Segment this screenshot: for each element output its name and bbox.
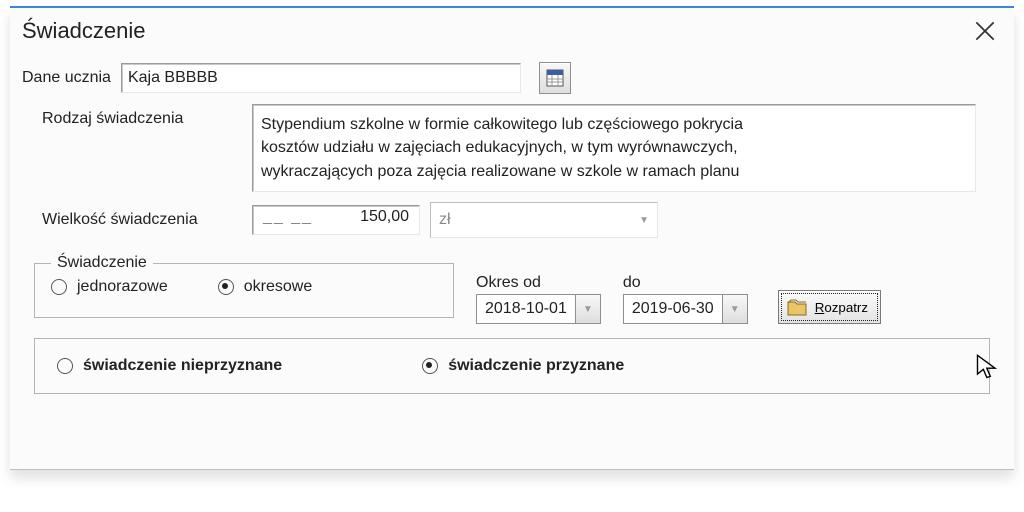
benefit-mode-periodic-label: okresowe bbox=[244, 278, 312, 296]
benefit-mode-onetime-label: jednorazowe bbox=[77, 278, 168, 296]
decision-granted[interactable]: świadczenie przyznane bbox=[422, 357, 624, 375]
period-to-field[interactable]: 2019-06-30 bbox=[623, 294, 722, 324]
period-to-value: 2019-06-30 bbox=[632, 300, 714, 318]
period-from-field[interactable]: 2018-10-01 bbox=[476, 294, 575, 324]
amount-label: Wielkość świadczenia bbox=[22, 211, 242, 229]
period-to-label: do bbox=[623, 274, 748, 292]
amount-field[interactable]: __ __ 150,00 bbox=[252, 205, 420, 235]
amount-value: 150,00 bbox=[360, 208, 409, 225]
period-from-value: 2018-10-01 bbox=[485, 300, 567, 318]
chevron-down-icon: ▼ bbox=[730, 304, 740, 315]
benefit-type-field[interactable]: Stypendium szkolne w formie całkowitego … bbox=[252, 104, 976, 192]
process-button[interactable]: Rozpatrz bbox=[778, 290, 881, 324]
benefit-mode-onetime[interactable]: jednorazowe bbox=[51, 278, 168, 296]
benefit-type-line3: wykraczających poza zajęcia realizowane … bbox=[261, 160, 967, 183]
unit-field[interactable]: zł ▼ bbox=[430, 202, 658, 238]
amount-mask: __ __ bbox=[263, 208, 313, 226]
student-lookup-button[interactable] bbox=[539, 62, 571, 94]
cursor-icon bbox=[974, 353, 1002, 381]
benefit-mode-legend: Świadczenie bbox=[51, 254, 153, 272]
radio-icon bbox=[218, 279, 234, 295]
radio-icon bbox=[51, 279, 67, 295]
close-icon[interactable] bbox=[972, 18, 998, 44]
chevron-down-icon: ▼ bbox=[639, 215, 649, 226]
decision-group: świadczenie nieprzyznane świadczenie prz… bbox=[34, 338, 990, 394]
radio-icon bbox=[57, 358, 73, 374]
period-from-label: Okres od bbox=[476, 274, 601, 292]
benefit-type-label: Rodzaj świadczenia bbox=[22, 104, 242, 128]
unit-value: zł bbox=[439, 211, 451, 229]
period-from-dropdown[interactable]: ▼ bbox=[575, 294, 601, 324]
benefit-type-line1: Stypendium szkolne w formie całkowitego … bbox=[261, 113, 967, 136]
decision-granted-label: świadczenie przyznane bbox=[448, 357, 624, 375]
student-name-value: Kaja BBBBB bbox=[128, 69, 218, 87]
title-bar: Świadczenie bbox=[10, 8, 1014, 54]
benefit-mode-periodic[interactable]: okresowe bbox=[218, 278, 312, 296]
benefit-dialog: Świadczenie Dane ucznia Kaja BBBBB bbox=[10, 6, 1014, 470]
process-button-label: Rozpatrz bbox=[815, 300, 868, 315]
folder-eye-icon bbox=[787, 298, 807, 316]
student-label: Dane ucznia bbox=[22, 69, 111, 87]
benefit-type-line2: kosztów udziału w zajęciach edukacyjnych… bbox=[261, 136, 967, 159]
window-title: Świadczenie bbox=[22, 18, 972, 44]
period-to-dropdown[interactable]: ▼ bbox=[722, 294, 748, 324]
radio-icon bbox=[422, 358, 438, 374]
decision-denied[interactable]: świadczenie nieprzyznane bbox=[57, 357, 282, 375]
benefit-mode-group: Świadczenie jednorazowe okresowe bbox=[34, 254, 454, 318]
period-to-block: do 2019-06-30 ▼ bbox=[623, 274, 748, 324]
student-name-field[interactable]: Kaja BBBBB bbox=[121, 63, 521, 93]
decision-denied-label: świadczenie nieprzyznane bbox=[83, 357, 282, 375]
grid-icon bbox=[546, 69, 564, 87]
chevron-down-icon: ▼ bbox=[583, 304, 593, 315]
period-from-block: Okres od 2018-10-01 ▼ bbox=[476, 274, 601, 324]
